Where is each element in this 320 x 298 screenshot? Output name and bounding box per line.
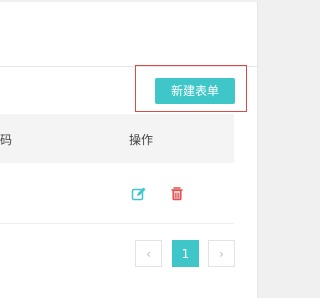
new-form-button[interactable]: 新建表单 (155, 78, 235, 104)
delete-button[interactable] (168, 185, 186, 203)
next-page-button[interactable]: › (208, 240, 235, 267)
column-header-actions: 操作 (129, 133, 154, 147)
column-header-code: 码 (0, 133, 13, 147)
table-header: 码 操作 (0, 114, 234, 163)
row-divider (0, 223, 234, 224)
previous-page-button[interactable]: ‹ (135, 240, 162, 267)
edit-icon (131, 187, 146, 201)
page: 新建表单 码 操作 ‹ 1 › (0, 0, 265, 298)
page-number-current[interactable]: 1 (172, 240, 199, 267)
edit-button[interactable] (130, 185, 148, 203)
trash-icon (171, 187, 183, 201)
